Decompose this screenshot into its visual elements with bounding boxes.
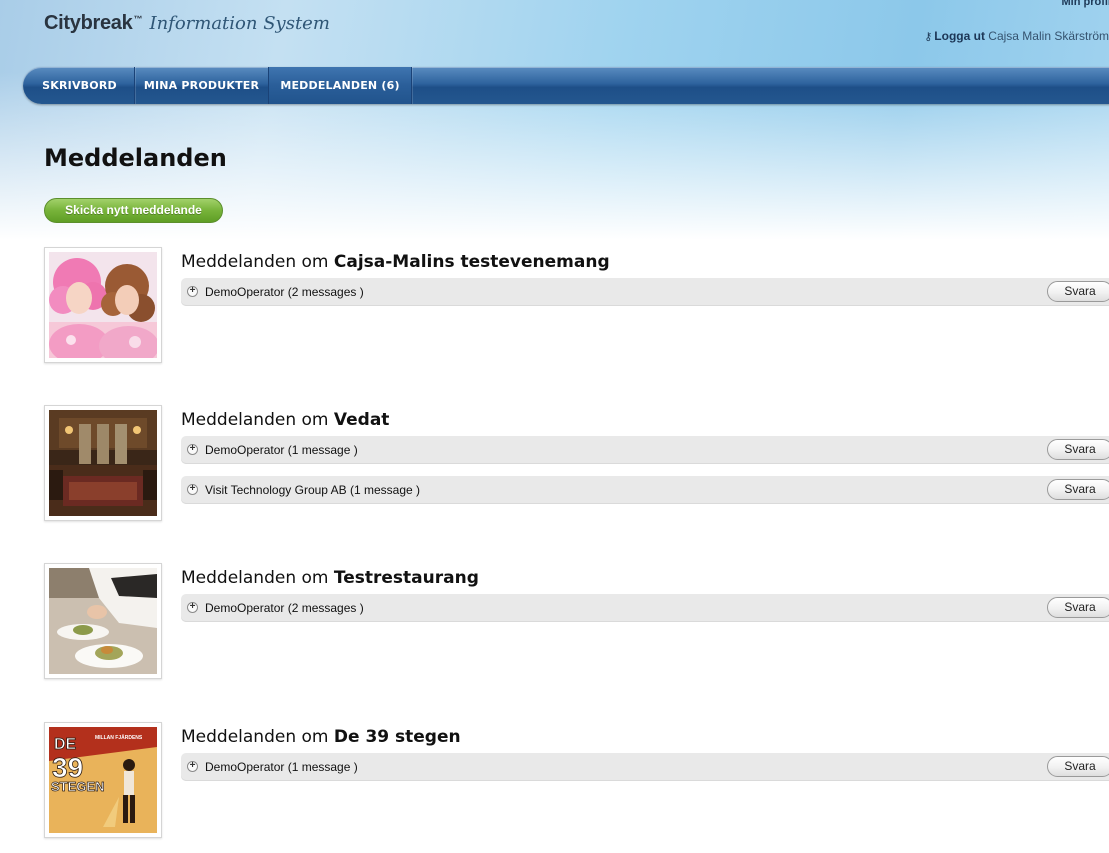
- profile-link[interactable]: Min profil: [1062, 0, 1109, 8]
- page-title: Meddelanden: [44, 144, 227, 172]
- logo[interactable]: Citybreak ™ Information System: [44, 12, 330, 42]
- logo-brand: Citybreak: [44, 12, 133, 34]
- reply-button[interactable]: Svara: [1047, 597, 1109, 618]
- message-thread[interactable]: + DemoOperator (2 messages ) Svara: [181, 278, 1109, 306]
- reply-button[interactable]: Svara: [1047, 439, 1109, 460]
- thread-label: DemoOperator (2 messages ): [205, 285, 364, 299]
- reply-button[interactable]: Svara: [1047, 756, 1109, 777]
- message-thread[interactable]: + DemoOperator (1 message ) Svara: [181, 753, 1109, 781]
- key-icon: ⚷: [924, 31, 933, 43]
- nav-tab-mina-produkter[interactable]: MINA PRODUKTER: [135, 67, 269, 104]
- nav-tab-meddelanden[interactable]: MEDDELANDEN (6): [269, 67, 412, 104]
- product-thumbnail[interactable]: [44, 405, 162, 521]
- expand-plus-icon[interactable]: +: [187, 286, 198, 297]
- message-group: Meddelanden om Cajsa-Malins testeveneman…: [44, 247, 1109, 365]
- logout-link[interactable]: Logga ut: [934, 29, 985, 43]
- group-product-name[interactable]: Testrestaurang: [334, 568, 479, 588]
- product-image: [49, 252, 157, 358]
- expand-plus-icon[interactable]: +: [187, 444, 198, 455]
- message-thread[interactable]: + DemoOperator (2 messages ) Svara: [181, 594, 1109, 622]
- message-group: Meddelanden om Vedat + DemoOperator (1 m…: [44, 405, 1109, 523]
- poster-credit: MILLAN FJÄRDENS: [95, 734, 143, 741]
- group-title-prefix: Meddelanden om: [181, 252, 334, 272]
- product-thumbnail[interactable]: DE 39 STEGEN MILLAN FJÄRDENS: [44, 722, 162, 838]
- group-product-name[interactable]: Vedat: [334, 410, 390, 430]
- product-thumbnail[interactable]: [44, 563, 162, 679]
- group-product-name[interactable]: De 39 stegen: [334, 727, 461, 747]
- thread-label: DemoOperator (1 message ): [205, 443, 358, 457]
- logo-trademark: ™: [133, 14, 143, 24]
- product-image: DE 39 STEGEN MILLAN FJÄRDENS: [49, 727, 157, 833]
- message-group: DE 39 STEGEN MILLAN FJÄRDENS Meddelanden…: [44, 722, 1109, 840]
- new-message-button[interactable]: Skicka nytt meddelande: [44, 198, 223, 223]
- group-title: Meddelanden om Cajsa-Malins testeveneman…: [181, 252, 610, 272]
- product-thumbnail[interactable]: [44, 247, 162, 363]
- message-group: Meddelanden om Testrestaurang + DemoOper…: [44, 563, 1109, 681]
- group-title-prefix: Meddelanden om: [181, 727, 334, 747]
- product-image: [49, 568, 157, 674]
- group-title: Meddelanden om Testrestaurang: [181, 568, 479, 588]
- logo-tagline: Information System: [149, 13, 330, 34]
- poster-word-de: DE: [54, 736, 77, 753]
- logout-area: ⚷ Logga ut Cajsa Malin Skärström: [924, 29, 1109, 43]
- expand-plus-icon[interactable]: +: [187, 602, 198, 613]
- group-title-prefix: Meddelanden om: [181, 568, 334, 588]
- group-title-prefix: Meddelanden om: [181, 410, 334, 430]
- group-title: Meddelanden om De 39 stegen: [181, 727, 461, 747]
- expand-plus-icon[interactable]: +: [187, 761, 198, 772]
- main-nav: SKRIVBORD MINA PRODUKTER MEDDELANDEN (6): [23, 67, 1109, 104]
- reply-button[interactable]: Svara: [1047, 281, 1109, 302]
- expand-plus-icon[interactable]: +: [187, 484, 198, 495]
- product-image: [49, 410, 157, 516]
- message-thread[interactable]: + DemoOperator (1 message ) Svara: [181, 436, 1109, 464]
- group-title: Meddelanden om Vedat: [181, 410, 389, 430]
- thread-label: Visit Technology Group AB (1 message ): [205, 483, 421, 497]
- group-product-name[interactable]: Cajsa-Malins testevenemang: [334, 252, 610, 272]
- reply-button[interactable]: Svara: [1047, 479, 1109, 500]
- message-thread[interactable]: + Visit Technology Group AB (1 message )…: [181, 476, 1109, 504]
- thread-label: DemoOperator (2 messages ): [205, 601, 364, 615]
- thread-label: DemoOperator (1 message ): [205, 760, 358, 774]
- nav-tab-skrivbord[interactable]: SKRIVBORD: [23, 67, 135, 104]
- user-name: Cajsa Malin Skärström: [988, 29, 1109, 43]
- poster-word-stegen: STEGEN: [51, 779, 104, 794]
